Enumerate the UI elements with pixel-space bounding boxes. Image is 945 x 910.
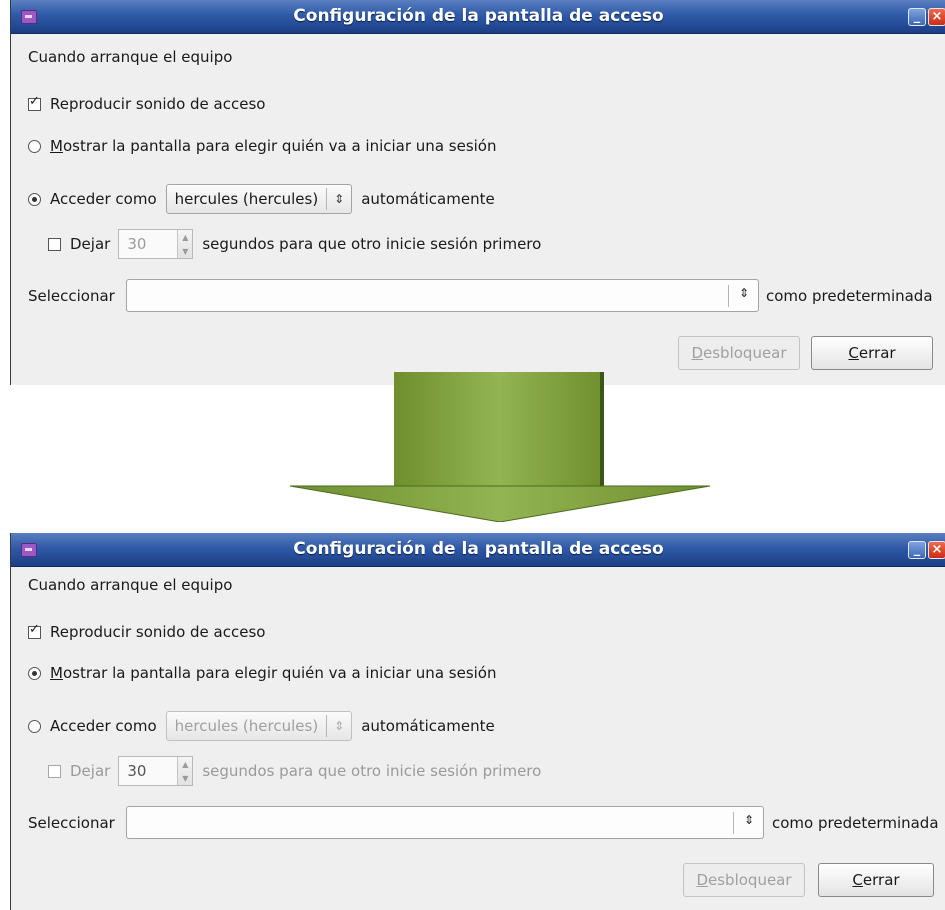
delay-suffix: segundos para que otro inicie sesión pri…	[202, 235, 542, 253]
select-label: Seleccionar	[28, 287, 115, 305]
close-window-button[interactable]: ×	[928, 541, 945, 559]
section-heading: Cuando arranque el equipo	[28, 48, 233, 66]
title-bar[interactable]: Configuración de la pantalla de acceso _…	[11, 0, 945, 34]
close-button[interactable]: Cerrar	[818, 863, 934, 897]
delay-value: 30	[127, 235, 147, 253]
delay-label: Dejar	[70, 762, 111, 780]
automatically-label: automáticamente	[361, 717, 495, 735]
play-sound-label: Reproducir sonido de acceso	[50, 623, 266, 641]
play-sound-option[interactable]: Reproducir sonido de acceso	[28, 94, 266, 113]
login-as-radio[interactable]	[28, 192, 41, 206]
close-button[interactable]: Cerrar	[811, 336, 933, 370]
combo-arrow-icon: ⇕	[334, 192, 345, 206]
delay-label: Dejar	[70, 235, 111, 253]
login-settings-window-after: Configuración de la pantalla de acceso _…	[10, 533, 945, 910]
user-combo[interactable]: hercules (hercules) ⇕	[165, 184, 353, 214]
select-arrow-icon: ⇕	[743, 813, 755, 827]
login-as-option[interactable]: Acceder como hercules (hercules) ⇕ autom…	[28, 184, 495, 214]
login-as-label: Acceder como	[50, 717, 157, 735]
combo-arrow-icon: ⇕	[334, 719, 345, 733]
show-screen-label: Mostrar la pantalla para elegir quién va…	[50, 664, 497, 682]
delay-option[interactable]: Dejar 30 ▲ ▼ segundos para que otro inici…	[48, 756, 541, 786]
login-as-radio[interactable]	[28, 719, 41, 733]
down-arrow-icon	[290, 372, 710, 522]
delay-checkbox[interactable]	[48, 237, 61, 251]
spin-arrows-icon[interactable]: ▲ ▼	[177, 757, 193, 785]
delay-value: 30	[127, 762, 147, 780]
delay-spinbox[interactable]: 30 ▲ ▼	[118, 756, 194, 786]
delay-option[interactable]: Dejar 30 ▲ ▼ segundos para que otro inici…	[48, 229, 541, 259]
window-title: Configuración de la pantalla de acceso	[293, 6, 664, 26]
delay-suffix: segundos para que otro inicie sesión pri…	[202, 762, 542, 780]
select-separator	[733, 812, 734, 834]
play-sound-checkbox[interactable]	[28, 94, 41, 111]
delay-checkbox[interactable]	[48, 764, 61, 778]
select-separator	[728, 285, 729, 307]
show-screen-radio[interactable]	[28, 666, 41, 680]
play-sound-checkbox[interactable]	[28, 622, 41, 639]
spin-arrows-icon[interactable]: ▲ ▼	[177, 230, 193, 258]
automatically-label: automáticamente	[361, 190, 495, 208]
select-arrow-icon: ⇕	[738, 286, 750, 300]
session-select[interactable]: ⇕	[126, 806, 764, 839]
minimize-button[interactable]: _	[908, 541, 926, 559]
default-suffix: como predeterminada	[766, 287, 933, 305]
login-as-label: Acceder como	[50, 190, 157, 208]
play-sound-option[interactable]: Reproducir sonido de acceso	[28, 622, 266, 641]
show-screen-option[interactable]: Mostrar la pantalla para elegir quién va…	[28, 664, 497, 682]
select-label: Seleccionar	[28, 814, 115, 832]
user-combo-value: hercules (hercules)	[174, 190, 319, 208]
user-combo[interactable]: hercules (hercules) ⇕	[165, 711, 353, 741]
close-window-button[interactable]: ×	[928, 8, 945, 26]
show-screen-label: Mostrar la pantalla para elegir quién va…	[50, 137, 497, 155]
session-select[interactable]: ⇕	[126, 279, 759, 312]
show-screen-option[interactable]: Mostrar la pantalla para elegir quién va…	[28, 137, 497, 155]
section-heading: Cuando arranque el equipo	[28, 576, 233, 594]
title-bar[interactable]: Configuración de la pantalla de acceso _…	[11, 533, 945, 567]
default-suffix: como predeterminada	[772, 814, 939, 832]
play-sound-label: Reproducir sonido de acceso	[50, 95, 266, 113]
unlock-button[interactable]: Desbloquear	[683, 863, 805, 897]
unlock-button[interactable]: Desbloquear	[678, 336, 800, 370]
delay-spinbox[interactable]: 30 ▲ ▼	[118, 229, 194, 259]
minimize-button[interactable]: _	[908, 8, 926, 26]
user-combo-value: hercules (hercules)	[174, 717, 319, 735]
login-settings-window-before: Configuración de la pantalla de acceso _…	[10, 0, 945, 385]
window-title: Configuración de la pantalla de acceso	[293, 539, 664, 559]
show-screen-radio[interactable]	[28, 139, 41, 153]
login-as-option[interactable]: Acceder como hercules (hercules) ⇕ autom…	[28, 711, 495, 741]
